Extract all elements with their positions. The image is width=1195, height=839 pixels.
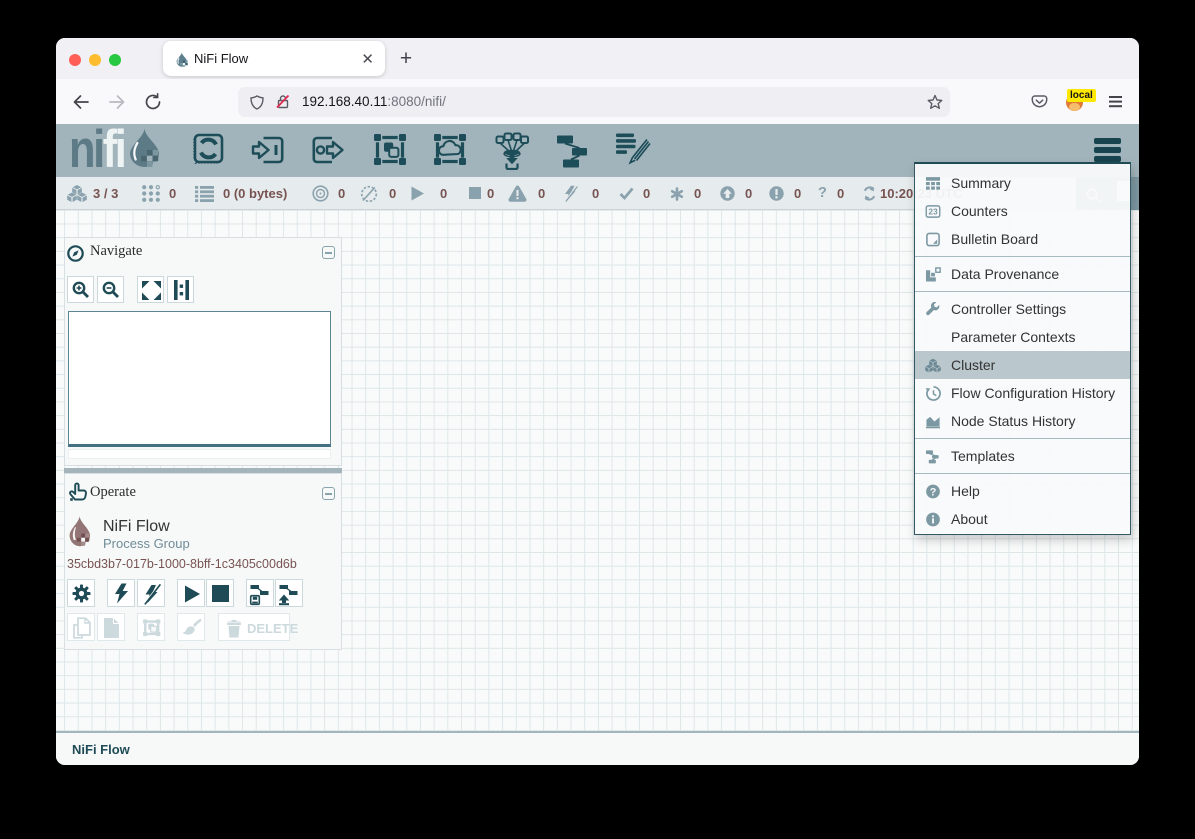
svg-text:?: ? bbox=[930, 486, 937, 498]
svg-text:23: 23 bbox=[928, 206, 938, 216]
